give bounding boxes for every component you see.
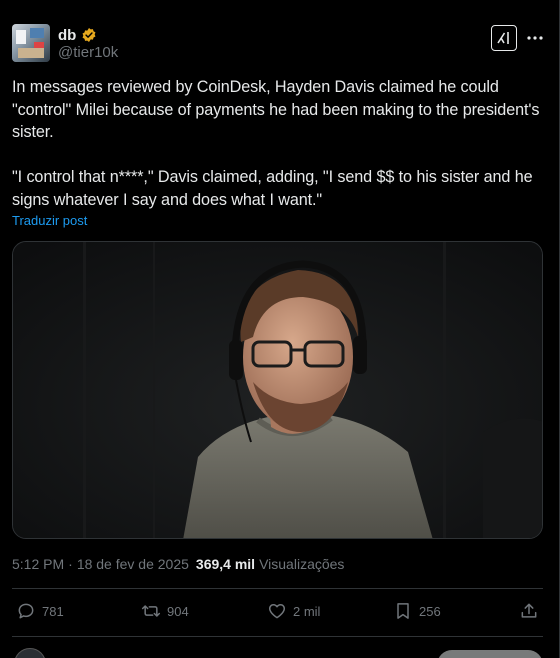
like-button[interactable]: 2 mil [267, 598, 320, 624]
post-time[interactable]: 5:12 PM [12, 556, 64, 572]
like-count: 2 mil [293, 603, 321, 619]
bookmark-button[interactable]: 256 [393, 598, 441, 624]
reply-submit-button[interactable] [437, 650, 543, 658]
author-handle[interactable]: @tier10k [58, 44, 118, 61]
reply-button[interactable]: 781 [16, 598, 64, 624]
post-video[interactable] [12, 241, 543, 539]
author-display-name[interactable]: db [58, 27, 76, 44]
post-meta: 5:12 PM · 18 de fev de 2025 369,4 mil Vi… [12, 556, 344, 572]
divider-top [12, 588, 543, 589]
views-label: Visualizações [259, 556, 345, 572]
grok-icon [497, 32, 509, 44]
more-icon [527, 36, 543, 40]
bookmark-count: 256 [419, 603, 441, 619]
share-button[interactable] [519, 598, 539, 624]
divider-bottom [12, 636, 543, 637]
action-bar: 781 904 2 mil 256 [12, 598, 543, 624]
grok-button[interactable] [491, 25, 517, 51]
repost-icon [141, 605, 161, 617]
views-count: 369,4 mil [195, 556, 256, 572]
reply-icon [18, 603, 34, 619]
tweet-detail: db @tier10k In messages reviewed by Coin… [0, 0, 560, 658]
reply-count: 781 [42, 603, 64, 619]
heart-icon [268, 604, 286, 619]
translate-link[interactable]: Traduzir post [12, 213, 87, 228]
share-icon [521, 603, 537, 618]
more-options-button[interactable] [525, 28, 545, 48]
reply-composer-avatar[interactable] [14, 648, 46, 658]
avatar[interactable] [12, 24, 50, 62]
verified-badge-icon[interactable] [81, 27, 97, 43]
post-date[interactable]: 18 de fev de 2025 [77, 556, 189, 572]
post-text: In messages reviewed by CoinDesk, Hayden… [12, 78, 540, 209]
author-name-row: db [58, 25, 97, 45]
repost-button[interactable]: 904 [141, 598, 189, 624]
bookmark-icon [397, 603, 409, 619]
meta-separator: · [68, 556, 73, 572]
repost-count: 904 [167, 603, 189, 619]
video-thumbnail [13, 242, 542, 538]
